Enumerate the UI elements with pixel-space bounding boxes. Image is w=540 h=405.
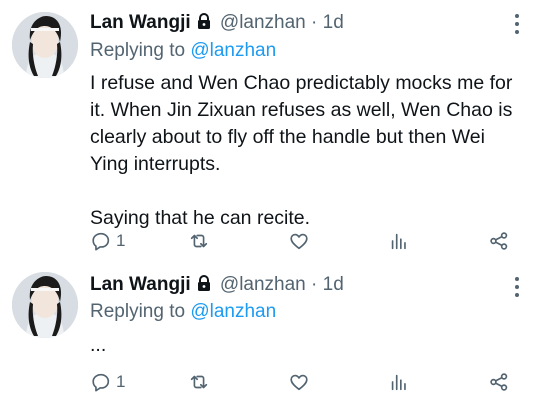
reply-count: 1 bbox=[116, 231, 126, 250]
more-options-icon[interactable] bbox=[514, 277, 520, 299]
replying-to: Replying to @lanzhan bbox=[90, 299, 276, 325]
avatar[interactable] bbox=[12, 12, 78, 78]
retweet-button[interactable] bbox=[188, 370, 210, 394]
reply-icon bbox=[92, 232, 110, 251]
avatar-portrait bbox=[12, 12, 78, 78]
tweet-time[interactable]: 1d bbox=[323, 12, 344, 33]
replying-to-mention[interactable]: @lanzhan bbox=[190, 40, 276, 61]
share-button[interactable] bbox=[488, 370, 510, 394]
retweet-button[interactable] bbox=[188, 229, 210, 253]
lock-icon bbox=[195, 12, 213, 30]
tweet-text-paragraph: I refuse and Wen Chao predictably mocks … bbox=[90, 72, 513, 175]
tweet-text: I refuse and Wen Chao predictably mocks … bbox=[90, 70, 520, 232]
share-button[interactable] bbox=[488, 229, 510, 253]
tweet-actions: 1 bbox=[90, 229, 520, 253]
replying-to-mention[interactable]: @lanzhan bbox=[190, 301, 276, 322]
lock-icon bbox=[195, 274, 213, 292]
tweet[interactable]: Lan Wangji @lanzhan · 1d Replying to @la… bbox=[0, 262, 540, 405]
avatar[interactable] bbox=[12, 272, 78, 338]
tweet-time[interactable]: 1d bbox=[323, 274, 344, 295]
tweet-text: ... bbox=[90, 332, 520, 359]
like-button[interactable] bbox=[288, 370, 310, 394]
like-icon bbox=[290, 374, 308, 391]
analytics-button[interactable] bbox=[388, 229, 410, 253]
reply-count: 1 bbox=[116, 372, 126, 391]
like-icon bbox=[290, 233, 308, 250]
retweet-icon bbox=[190, 375, 208, 389]
replying-prefix: Replying to bbox=[90, 40, 186, 61]
author-handle[interactable]: @lanzhan bbox=[220, 12, 306, 33]
avatar-portrait bbox=[12, 272, 78, 338]
tweet[interactable]: Lan Wangji @lanzhan · 1d Replying to @la… bbox=[0, 0, 540, 262]
tweet-actions: 1 bbox=[90, 370, 520, 394]
tweet-header: Lan Wangji @lanzhan · 1d bbox=[90, 272, 344, 298]
tweet-text-paragraph: Saying that he can recite. bbox=[90, 207, 311, 229]
share-icon bbox=[490, 373, 508, 391]
replying-to: Replying to @lanzhan bbox=[90, 38, 276, 64]
more-options-icon[interactable] bbox=[514, 14, 520, 36]
author-handle[interactable]: @lanzhan bbox=[220, 274, 306, 295]
author-name[interactable]: Lan Wangji bbox=[90, 12, 191, 33]
reply-button[interactable]: 1 bbox=[90, 229, 125, 253]
analytics-icon bbox=[391, 374, 406, 391]
analytics-icon bbox=[391, 233, 406, 250]
retweet-icon bbox=[190, 234, 208, 248]
reply-icon bbox=[92, 373, 110, 392]
share-icon bbox=[490, 232, 508, 250]
tweet-text-paragraph: ... bbox=[90, 334, 107, 356]
separator-dot: · bbox=[311, 12, 318, 33]
replying-prefix: Replying to bbox=[90, 301, 186, 322]
separator-dot: · bbox=[311, 274, 318, 295]
like-button[interactable] bbox=[288, 229, 310, 253]
analytics-button[interactable] bbox=[388, 370, 410, 394]
author-name[interactable]: Lan Wangji bbox=[90, 274, 191, 295]
tweet-header: Lan Wangji @lanzhan · 1d bbox=[90, 10, 344, 36]
reply-button[interactable]: 1 bbox=[90, 370, 125, 394]
